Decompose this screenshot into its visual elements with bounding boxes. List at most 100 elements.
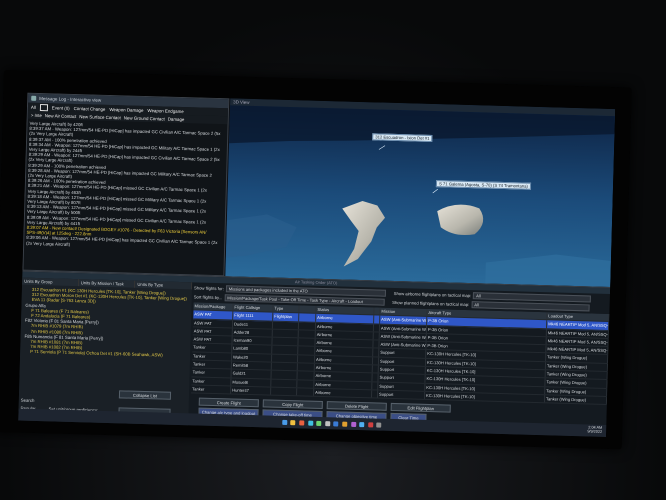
message-log-window: Message Log - Interactive view All Event… <box>22 92 230 277</box>
planned-label: Show planned flightplans on tactical map… <box>392 299 470 307</box>
screen: Message Log - Interactive view All Event… <box>18 92 616 437</box>
table-cell: ASW (Anti-Submarine Warfare) <box>380 315 428 325</box>
table-cell <box>271 362 298 371</box>
table-cell <box>297 363 315 372</box>
taskbar-app-icon[interactable] <box>367 421 374 427</box>
taskbar-app-icon[interactable] <box>342 421 348 427</box>
photo-background: Message Log - Interactive view All Event… <box>0 0 666 500</box>
message-log-body[interactable]: Very Large Aircraft) by 420ft 8:39:37 AM … <box>25 121 225 273</box>
taskbar-app-icon[interactable] <box>350 421 356 427</box>
terrain-render <box>225 105 615 288</box>
system-clock[interactable]: 2:04 AM 9/9/2022 <box>587 425 602 435</box>
table-cell: Dude11 <box>232 320 274 329</box>
table-cell: Support <box>378 382 426 391</box>
units-tree[interactable]: 312 Escuadron #1 (KC-130H Hercules [TK-1… <box>21 287 190 387</box>
taskbar-app-icon[interactable] <box>333 420 339 426</box>
table-cell: Lamb80 <box>232 344 273 354</box>
table-cell: Tanker <box>192 343 233 353</box>
table-cell: Adder28 <box>232 328 273 337</box>
tab-weapon-damage[interactable]: Weapon Damage <box>109 106 143 112</box>
collapse-list-button[interactable]: Collapse List <box>118 390 172 400</box>
table-cell <box>271 387 298 396</box>
table-cell: Tanker (Wing Drogue) <box>544 395 608 405</box>
table-cell: Tanker <box>191 360 232 369</box>
table-cell <box>298 338 316 347</box>
col-mission-package[interactable]: Mission/Package <box>193 302 234 311</box>
expand-icon[interactable] <box>39 103 48 111</box>
table-cell: Tanker <box>191 368 232 378</box>
table-cell: Tanker <box>191 385 232 394</box>
tab-contact-change[interactable]: Contact Change <box>74 105 106 111</box>
table-cell <box>272 337 299 346</box>
taskbar-app-icon[interactable] <box>376 422 382 428</box>
taskbar-app-icon[interactable] <box>307 420 313 426</box>
table-cell: Mosuel8 <box>231 378 272 387</box>
table-cell: ASW PAT <box>192 327 233 336</box>
table-cell <box>297 355 316 363</box>
table-cell: Remit58 <box>231 361 272 370</box>
planned-select[interactable]: All <box>471 300 590 311</box>
taskbar-app-icon[interactable] <box>290 419 296 425</box>
table-cell: Support <box>377 390 426 400</box>
taskbar-icons <box>280 419 383 428</box>
message-log-title: Message Log - Interactive view <box>39 95 102 103</box>
table-cell <box>271 354 299 363</box>
delete-flight-button[interactable]: Delete Flight <box>326 401 387 411</box>
table-cell <box>272 321 300 330</box>
table-cell <box>297 388 315 397</box>
col-callsign[interactable]: Flight Callsign <box>233 303 274 312</box>
filter-new-ground-contact[interactable]: New Ground Contact <box>124 115 165 121</box>
tab-units-by-mission[interactable]: Units By Mission / Task <box>78 279 136 288</box>
clock-date: 9/9/2022 <box>587 429 603 434</box>
table-cell <box>297 379 315 388</box>
taskbar-app-icon[interactable] <box>324 420 331 426</box>
filter-damage[interactable]: Damage <box>168 116 185 121</box>
airborne-label: Show airborne flightplans on tactical ma… <box>393 290 472 298</box>
table-cell: Airborne <box>314 388 373 398</box>
taskbar-app-icon[interactable] <box>282 419 288 425</box>
tab-all[interactable]: All <box>31 104 36 109</box>
tab-event[interactable]: Event (0) <box>52 105 70 110</box>
flights-pane: Show flights for: Missions and packages … <box>190 282 610 437</box>
show-flights-label: Show flights for: <box>193 284 224 291</box>
col-blank-1 <box>299 305 317 314</box>
table-cell: Iceman90 <box>232 336 273 346</box>
tab-units-by-group[interactable]: Units By Group <box>22 277 79 287</box>
table-cell: ASW PAT <box>193 310 234 320</box>
table-cell: ASW (Anti-Submarine Warfare) <box>379 340 427 350</box>
flights-rows: ASW PAT Flight 1111 Flightplan Airborne ASW … <box>191 310 610 406</box>
flights-table: Mission/Package Flight Callsign Type Sta… <box>191 302 610 407</box>
table-cell <box>298 346 316 355</box>
table-cell: ASW PAT <box>192 335 233 344</box>
table-cell: Hunter47 <box>231 386 272 395</box>
create-flight-button[interactable]: Create Flight <box>198 397 259 408</box>
filter-new-surface-contact[interactable]: New Surface Contact <box>79 114 121 120</box>
table-cell <box>271 379 298 388</box>
tab-units-by-type[interactable]: Units By Type <box>135 280 193 290</box>
taskbar-app-icon[interactable] <box>316 420 322 426</box>
table-cell: Support <box>378 373 426 383</box>
table-cell: Flightplan <box>273 312 300 321</box>
table-cell: Support <box>378 365 426 375</box>
table-cell: Support <box>379 349 427 358</box>
taskbar-app-icon[interactable] <box>359 421 365 427</box>
tab-weapon-endgame[interactable]: Weapon Endgame <box>147 108 183 114</box>
table-cell: Support <box>378 357 427 366</box>
table-cell <box>298 330 316 338</box>
filter-interactive[interactable]: > Inte <box>31 112 42 117</box>
col-mission[interactable]: Mission <box>380 307 428 317</box>
3d-view-window[interactable]: 3D View 312 Escuadron - Ixion Det #1 S 7… <box>225 98 616 288</box>
search-label: Search <box>20 397 35 403</box>
table-cell <box>271 370 298 379</box>
table-cell: Wake20 <box>231 353 273 362</box>
filter-new-air-contact[interactable]: New Air Contact <box>45 113 77 119</box>
table-cell <box>272 346 299 355</box>
col-type[interactable]: Type <box>273 304 300 313</box>
taskbar-app-icon[interactable] <box>299 419 305 426</box>
edit-flightplan-button[interactable]: Edit Flightplan <box>390 402 451 413</box>
table-cell: Flight 1111 <box>233 311 274 321</box>
app-icon <box>31 95 37 101</box>
table-cell: Gold21 <box>231 369 272 379</box>
copy-flight-button[interactable]: Copy Flight <box>262 399 323 410</box>
table-cell: Tanker <box>191 352 233 361</box>
